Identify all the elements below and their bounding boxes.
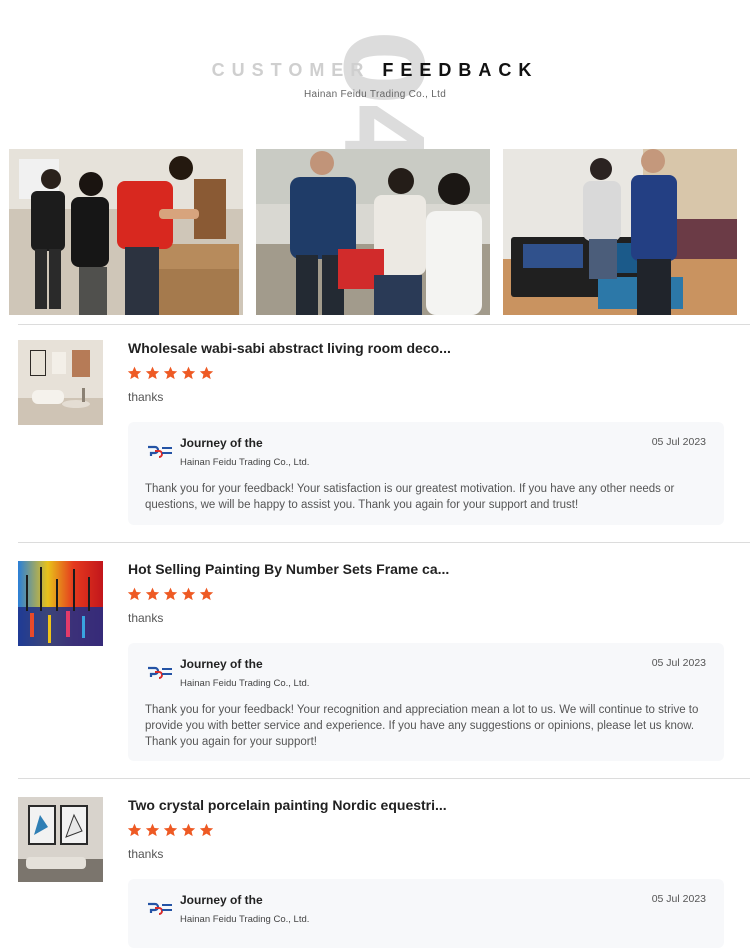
feedback-header: 04 CUSTOMER FEEDBACK Hainan Feidu Tradin… [0,0,750,172]
review-comment: thanks [128,611,164,625]
reply-date: 05 Jul 2023 [651,657,706,669]
star-icon [145,366,160,380]
section-title: CUSTOMER FEEDBACK [0,60,750,81]
rating-stars [127,366,214,381]
seller-name: Journey of the [180,657,263,671]
product-title[interactable]: Two crystal porcelain painting Nordic eq… [128,797,447,813]
customer-photo-1[interactable] [9,149,243,315]
product-thumbnail[interactable] [18,561,103,646]
product-thumbnail[interactable] [18,797,103,882]
seller-company: Hainan Feidu Trading Co., Ltd. [180,457,310,468]
title-light-part: CUSTOMER [211,60,383,80]
title-dark-part: FEEDBACK [382,60,539,80]
seller-reply: Journey of the Hainan Feidu Trading Co.,… [128,643,724,761]
section-subtitle: Hainan Feidu Trading Co., Ltd [303,89,447,100]
rating-stars [127,587,214,602]
customer-photo-gallery [9,149,737,315]
star-icon [127,823,142,837]
divider [18,778,750,779]
seller-name: Journey of the [180,893,263,907]
seller-logo-icon [148,445,172,458]
star-icon [181,366,196,380]
reply-text: Thank you for your feedback! Your satisf… [145,483,675,511]
review-comment: thanks [128,847,164,861]
star-icon [199,823,214,837]
rating-stars [127,823,214,838]
star-icon [163,823,178,837]
product-title[interactable]: Wholesale wabi-sabi abstract living room… [128,340,451,356]
seller-logo-icon [148,666,172,679]
star-icon [127,587,142,601]
divider [18,324,750,325]
product-title[interactable]: Hot Selling Painting By Number Sets Fram… [128,561,449,577]
reply-date: 05 Jul 2023 [651,893,706,905]
reply-text: Thank you for your feedback! Your recogn… [145,704,699,748]
seller-logo-icon [148,902,172,915]
star-icon [199,366,214,380]
star-icon [163,366,178,380]
seller-reply: Journey of the Hainan Feidu Trading Co.,… [128,879,724,948]
customer-photo-3[interactable] [503,149,737,315]
divider [18,542,750,543]
star-icon [163,587,178,601]
star-icon [127,366,142,380]
review-comment: thanks [128,390,164,404]
product-thumbnail[interactable] [18,340,103,425]
star-icon [145,587,160,601]
reply-date: 05 Jul 2023 [651,436,706,448]
star-icon [145,823,160,837]
seller-reply: Journey of the Hainan Feidu Trading Co.,… [128,422,724,525]
seller-company: Hainan Feidu Trading Co., Ltd. [180,914,310,925]
seller-company: Hainan Feidu Trading Co., Ltd. [180,678,310,689]
star-icon [181,587,196,601]
seller-name: Journey of the [180,436,263,450]
star-icon [199,587,214,601]
star-icon [181,823,196,837]
customer-photo-2[interactable] [256,149,490,315]
